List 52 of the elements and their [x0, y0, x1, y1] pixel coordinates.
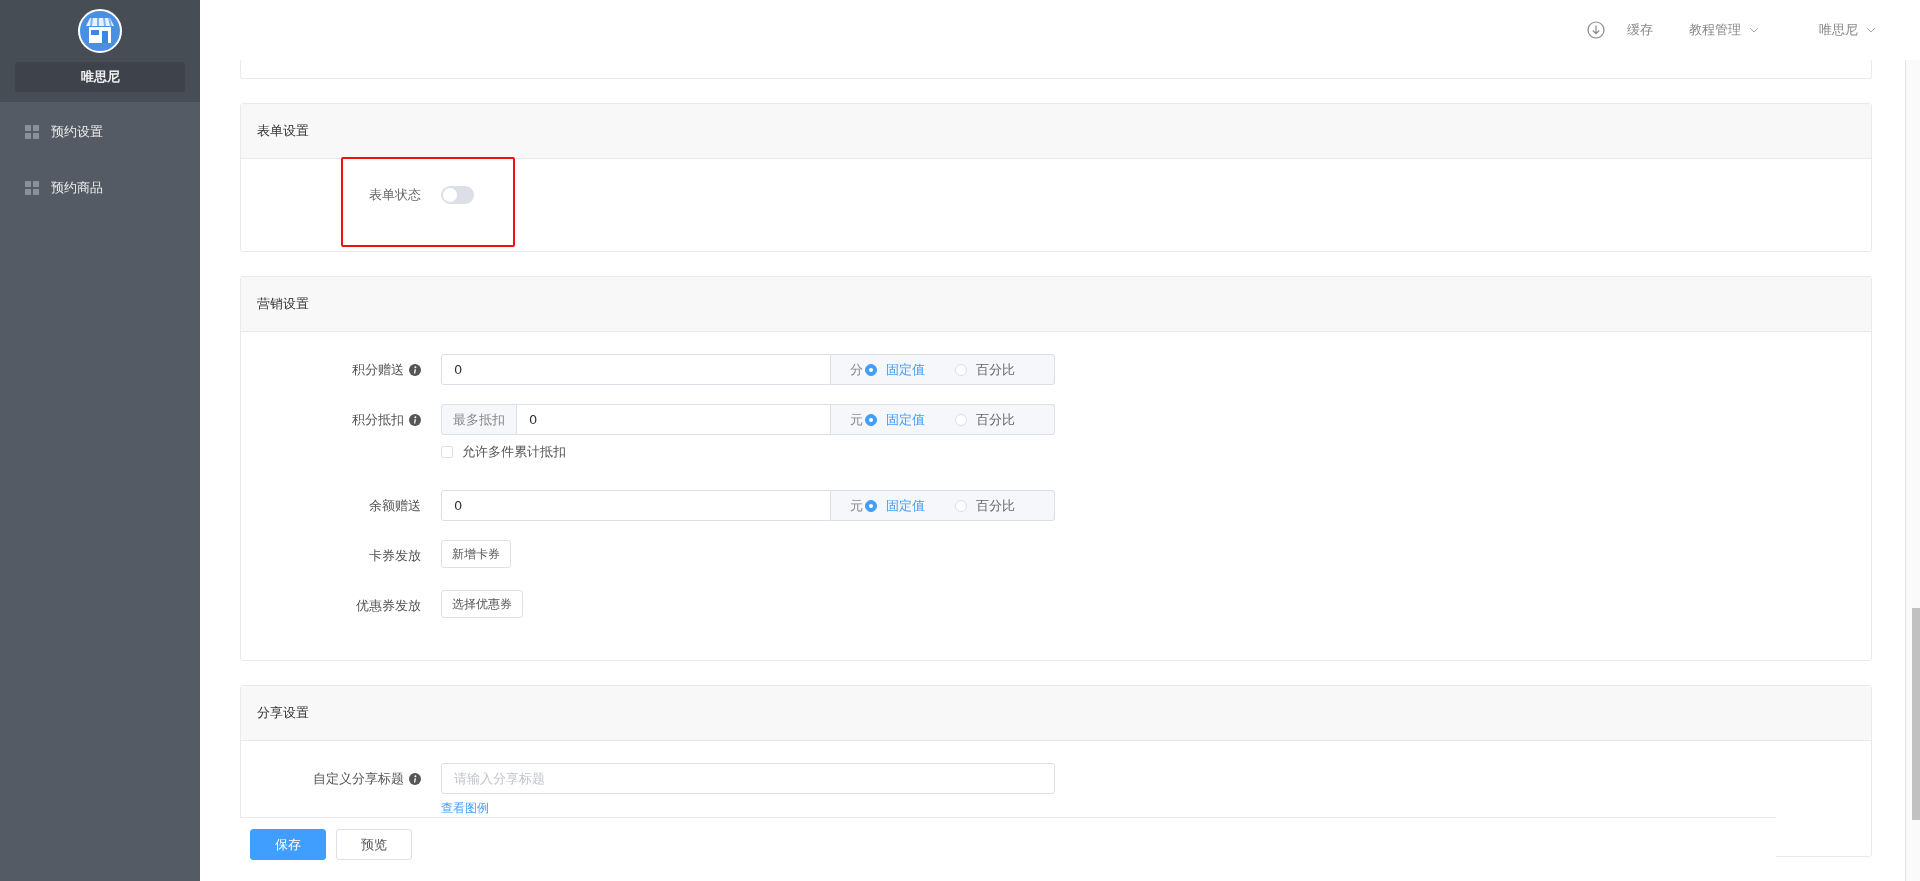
header-menu[interactable]: 唯思尼 [1819, 21, 1876, 39]
download-icon[interactable] [1587, 21, 1605, 39]
field-label: 优惠券发放 [356, 596, 421, 615]
input-field[interactable]: 0 [517, 404, 831, 435]
field-label: 积分抵扣 [352, 410, 404, 429]
radio-label: 固定值 [886, 360, 925, 379]
shop-name: 唯思尼 [15, 62, 185, 92]
panel-title: 分享设置 [257, 704, 309, 722]
radio-option[interactable]: 百分比 [955, 496, 1015, 515]
sidebar-item[interactable]: 预约设置 [0, 104, 200, 160]
radio-label: 百分比 [976, 410, 1015, 429]
sidebar-item[interactable]: 预约商品 [0, 160, 200, 216]
unit-label: 分 [850, 360, 863, 379]
chevron-down-icon [1866, 27, 1876, 33]
action-button[interactable]: 选择优惠券 [441, 590, 523, 618]
scrollbar-thumb[interactable] [1912, 608, 1920, 820]
field-label: 自定义分享标题 [313, 769, 404, 788]
input-field[interactable]: 0 [441, 490, 831, 521]
radio-label: 固定值 [886, 410, 925, 429]
info-icon [409, 772, 421, 785]
chevron-down-icon [1749, 27, 1759, 33]
grid-icon [25, 181, 39, 195]
input-prefix: 最多抵扣 [441, 404, 517, 435]
input-field[interactable]: 请输入分享标题 [441, 763, 1055, 794]
field-label: 卡券发放 [369, 546, 421, 565]
input-field[interactable]: 0 [441, 354, 831, 385]
preview-button[interactable]: 预览 [336, 829, 412, 860]
sidebar-item-label: 预约设置 [51, 123, 103, 141]
header-menu[interactable]: 教程管理 [1689, 21, 1759, 39]
info-icon [409, 363, 421, 376]
radio-label: 固定值 [886, 496, 925, 515]
checkbox-option[interactable]: 允许多件累计抵扣 [441, 443, 566, 461]
field-label: 表单状态 [369, 186, 421, 204]
radio-label: 百分比 [976, 360, 1015, 379]
field-label: 积分赠送 [352, 360, 404, 379]
radio-option[interactable]: 百分比 [955, 360, 1015, 379]
store-icon [78, 9, 122, 53]
radio-option[interactable]: 百分比 [955, 410, 1015, 429]
unit-label: 元 [850, 496, 863, 515]
info-icon [409, 413, 421, 426]
panel-title: 表单设置 [257, 122, 309, 140]
toggle-switch[interactable] [441, 186, 474, 204]
field-label: 余额赠送 [369, 496, 421, 515]
scrollbar[interactable] [1905, 60, 1920, 881]
sidebar-item-label: 预约商品 [51, 179, 103, 197]
unit-label: 元 [850, 410, 863, 429]
grid-icon [25, 125, 39, 139]
panel-title: 营销设置 [257, 295, 309, 313]
cache-link[interactable]: 缓存 [1627, 21, 1653, 39]
radio-label: 百分比 [976, 496, 1015, 515]
action-button[interactable]: 新增卡券 [441, 540, 511, 568]
checkbox-label: 允许多件累计抵扣 [462, 443, 566, 461]
